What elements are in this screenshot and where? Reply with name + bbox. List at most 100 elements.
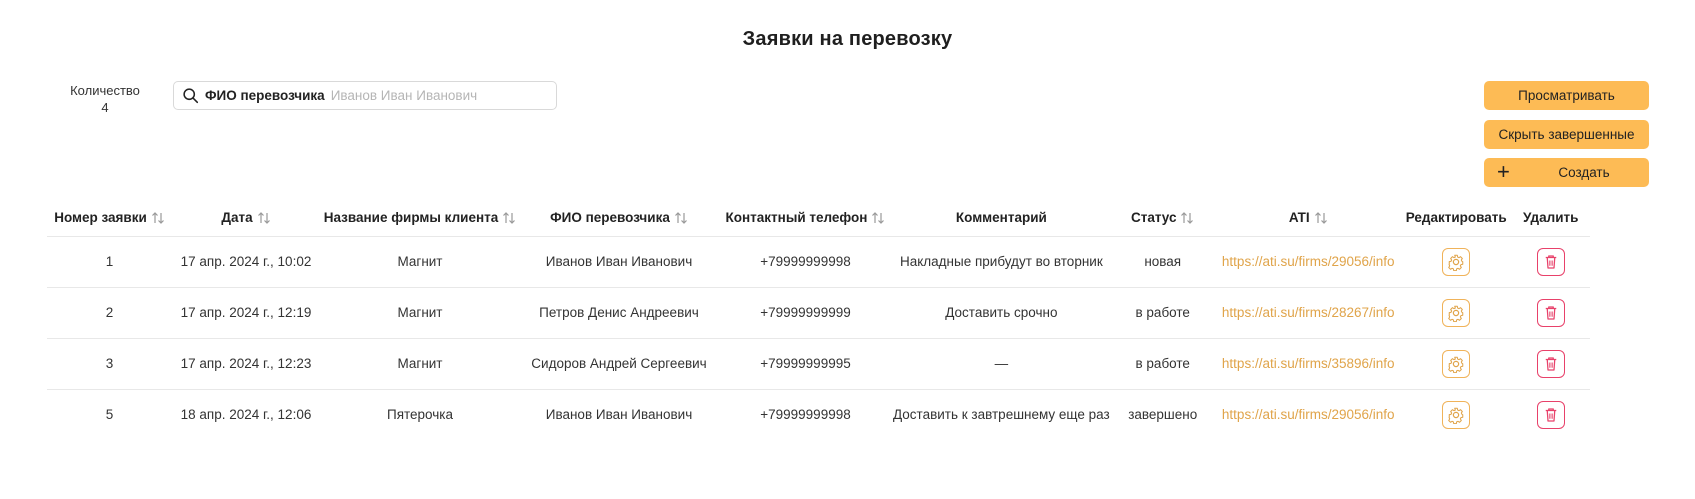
cell-carrier: Сидоров Андрей Сергеевич: [520, 337, 718, 389]
edit-button[interactable]: [1442, 298, 1471, 327]
count-label: Количество: [70, 83, 140, 98]
cell-edit: [1400, 337, 1512, 389]
cell-ati: https://ati.su/firms/29056/info: [1215, 235, 1401, 287]
cell-carrier: Иванов Иван Иванович: [520, 235, 718, 287]
count-value: 4: [101, 100, 109, 115]
sort-icon[interactable]: [1180, 211, 1194, 225]
cell-comment: Накладные прибудут во вторник: [893, 235, 1110, 287]
cell-ati: https://ati.su/firms/28267/info: [1215, 286, 1401, 338]
sort-icon[interactable]: [674, 211, 688, 225]
cell-client: Магнит: [320, 286, 520, 338]
column-header-delete: Удалить: [1512, 200, 1590, 236]
trash-icon: [1545, 254, 1556, 269]
column-header-date[interactable]: Дата: [172, 200, 320, 236]
trash-icon: [1545, 356, 1556, 371]
column-header-client[interactable]: Название фирмы клиента: [320, 200, 520, 236]
requests-table: Номер заявки Дата Название фирмы клиента…: [47, 200, 1590, 440]
cell-comment: —: [893, 337, 1110, 389]
ati-link[interactable]: https://ati.su/firms/29056/info: [1222, 407, 1395, 422]
cell-carrier: Иванов Иван Иванович: [520, 388, 718, 440]
table-row: 1 17 апр. 2024 г., 10:02 Магнит Иванов И…: [47, 235, 1590, 287]
cell-phone: +79999999999: [718, 286, 893, 338]
view-button[interactable]: Просматривать: [1484, 81, 1649, 110]
cell-number: 1: [47, 235, 172, 287]
table-row: 5 18 апр. 2024 г., 12:06 Пятерочка Ивано…: [47, 388, 1590, 440]
cell-client: Пятерочка: [320, 388, 520, 440]
edit-button[interactable]: [1442, 349, 1471, 378]
gear-icon: [1448, 407, 1464, 424]
column-header-edit: Редактировать: [1401, 200, 1512, 236]
delete-button[interactable]: [1536, 400, 1565, 429]
create-button-label: Создать: [1558, 165, 1610, 180]
search-input[interactable]: [330, 88, 556, 103]
cell-status: в работе: [1109, 286, 1216, 338]
header-label: Контактный телефон: [725, 210, 868, 226]
hide-completed-button[interactable]: Скрыть завершенные: [1484, 120, 1649, 149]
plus-icon: +: [1497, 159, 1510, 184]
cell-status: в работе: [1109, 337, 1216, 389]
sort-icon[interactable]: [871, 211, 885, 225]
table-row: 3 17 апр. 2024 г., 12:23 Магнит Сидоров …: [47, 337, 1590, 389]
header-label: Дата: [221, 210, 253, 226]
trash-icon: [1545, 408, 1556, 422]
gear-icon: [1448, 305, 1464, 322]
table-row: 2 17 апр. 2024 г., 12:19 Магнит Петров Д…: [47, 286, 1590, 338]
header-label: ФИО перевозчика: [550, 210, 670, 226]
column-header-status[interactable]: Статус: [1110, 200, 1216, 236]
cell-edit: [1400, 286, 1512, 338]
column-header-number[interactable]: Номер заявки: [47, 200, 172, 236]
cell-ati: https://ati.su/firms/35896/info: [1215, 337, 1401, 389]
sort-icon[interactable]: [1314, 211, 1328, 225]
cell-edit: [1400, 388, 1512, 440]
delete-button[interactable]: [1536, 298, 1565, 327]
cell-delete: [1511, 286, 1590, 338]
header-label: Статус: [1130, 210, 1177, 226]
request-count: Количество 4: [55, 82, 155, 116]
cell-status: завершено: [1109, 388, 1216, 440]
cell-delete: [1511, 337, 1590, 389]
header-label: ATI: [1288, 210, 1310, 226]
table-header-row: Номер заявки Дата Название фирмы клиента…: [47, 200, 1590, 236]
search-label: ФИО перевозчика: [205, 88, 325, 103]
ati-link[interactable]: https://ati.su/firms/28267/info: [1222, 305, 1395, 320]
cell-edit: [1400, 235, 1512, 287]
create-button[interactable]: + Создать: [1484, 158, 1649, 187]
gear-icon: [1448, 254, 1464, 271]
cell-date: 17 апр. 2024 г., 12:19: [172, 286, 320, 338]
sort-icon[interactable]: [502, 211, 516, 225]
sort-icon[interactable]: [257, 211, 271, 225]
cell-delete: [1511, 388, 1590, 440]
header-label: Комментарий: [955, 210, 1047, 226]
cell-phone: +79999999998: [718, 388, 893, 440]
edit-button[interactable]: [1442, 400, 1471, 429]
edit-button[interactable]: [1442, 247, 1471, 276]
cell-client: Магнит: [320, 337, 520, 389]
header-label: Номер заявки: [54, 210, 147, 226]
trash-icon: [1545, 305, 1556, 320]
cell-comment: Доставить к завтрешнему еще раз: [893, 388, 1110, 440]
ati-link[interactable]: https://ati.su/firms/29056/info: [1222, 254, 1395, 269]
gear-icon: [1448, 356, 1464, 373]
cell-carrier: Петров Денис Андреевич: [520, 286, 718, 338]
sort-icon[interactable]: [151, 211, 165, 225]
column-header-comment: Комментарий: [893, 200, 1110, 236]
column-header-carrier[interactable]: ФИО перевозчика: [520, 200, 718, 236]
cell-number: 3: [47, 337, 172, 389]
cell-delete: [1511, 235, 1590, 287]
cell-date: 17 апр. 2024 г., 10:02: [172, 235, 320, 287]
delete-button[interactable]: [1536, 349, 1565, 378]
ati-link[interactable]: https://ati.su/firms/35896/info: [1222, 356, 1395, 371]
column-header-phone[interactable]: Контактный телефон: [718, 200, 893, 236]
cell-status: новая: [1109, 235, 1216, 287]
delete-button[interactable]: [1536, 247, 1565, 276]
cell-date: 17 апр. 2024 г., 12:23: [172, 337, 320, 389]
carrier-search[interactable]: ФИО перевозчика: [173, 81, 557, 110]
header-label: Редактировать: [1405, 210, 1507, 226]
cell-phone: +79999999995: [718, 337, 893, 389]
cell-phone: +79999999998: [718, 235, 893, 287]
cell-date: 18 апр. 2024 г., 12:06: [172, 388, 320, 440]
cell-comment: Доставить срочно: [893, 286, 1110, 338]
cell-ati: https://ati.su/firms/29056/info: [1215, 388, 1401, 440]
cell-number: 5: [47, 388, 172, 440]
column-header-ati[interactable]: ATI: [1216, 200, 1401, 236]
